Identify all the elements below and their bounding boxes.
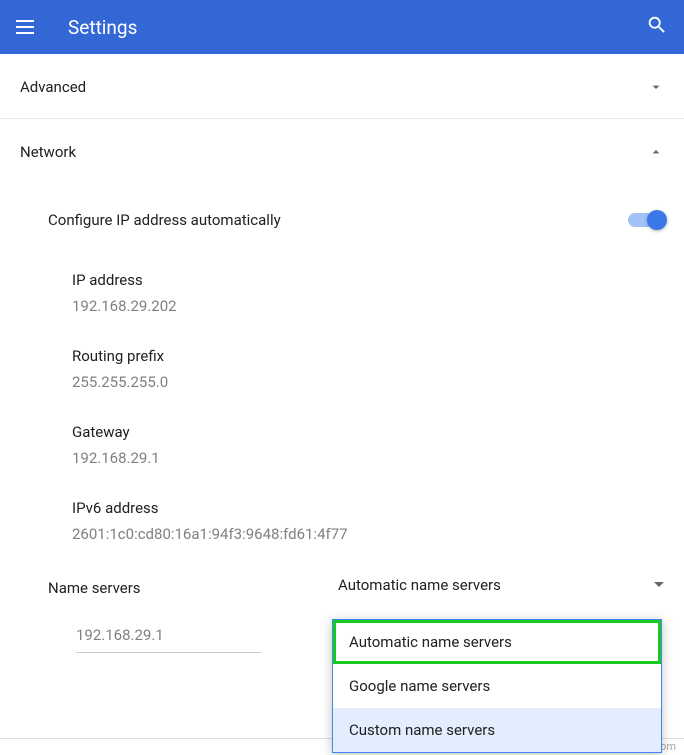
section-network[interactable]: Network [0,119,684,183]
auto-ip-label: Configure IP address automatically [48,211,628,229]
network-content: Configure IP address automatically IP ad… [0,183,684,663]
routing-prefix-label: Routing prefix [72,347,664,365]
page-title: Settings [68,16,646,39]
app-header: Settings [0,0,684,54]
ip-address-field: IP address 192.168.29.202 [20,255,664,331]
ip-address-value: 192.168.29.202 [72,297,664,315]
gateway-field: Gateway 192.168.29.1 [20,407,664,483]
chevron-down-icon [648,79,664,95]
menu-item-google[interactable]: Google name servers [333,664,661,708]
ipv6-value: 2601:1c0:cd80:16a1:94f3:9648:fd61:4f77 [72,525,664,543]
section-advanced[interactable]: Advanced [0,54,684,119]
section-network-title: Network [20,143,648,161]
ip-address-label: IP address [72,271,664,289]
section-advanced-title: Advanced [20,78,648,96]
routing-prefix-value: 255.255.255.0 [72,373,664,391]
dropdown-arrow-icon [654,575,664,594]
chevron-up-icon [648,144,664,160]
gateway-value: 192.168.29.1 [72,449,664,467]
ipv6-label: IPv6 address [72,499,664,517]
name-servers-label: Name servers [48,579,338,597]
name-servers-selected: Automatic name servers [338,576,654,594]
menu-icon[interactable] [16,15,40,39]
routing-prefix-field: Routing prefix 255.255.255.0 [20,331,664,407]
menu-item-automatic[interactable]: Automatic name servers [333,620,661,664]
name-servers-row: Name servers Automatic name servers [20,559,664,610]
menu-item-custom[interactable]: Custom name servers [333,708,661,752]
gateway-label: Gateway [72,423,664,441]
name-servers-menu: Automatic name servers Google name serve… [332,619,662,753]
auto-ip-toggle[interactable] [628,213,664,227]
auto-ip-row: Configure IP address automatically [20,183,664,255]
ipv6-field: IPv6 address 2601:1c0:cd80:16a1:94f3:964… [20,483,664,559]
name-servers-dropdown[interactable]: Automatic name servers [338,575,664,600]
search-icon[interactable] [646,14,668,40]
name-server-input[interactable] [76,618,261,653]
